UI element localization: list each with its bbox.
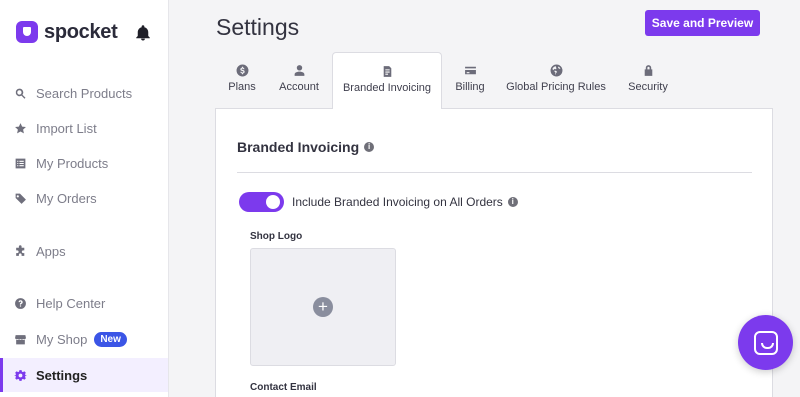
sidebar-item-label: Help Center [36, 295, 106, 311]
sidebar-item-settings[interactable]: Settings [0, 358, 168, 392]
sidebar: spocket Search Products Import List My P… [0, 0, 169, 397]
sidebar-item-label: My Products [36, 155, 109, 171]
sidebar-item-help-center[interactable]: Help Center [0, 286, 168, 320]
sidebar-item-my-orders[interactable]: My Orders [0, 181, 168, 215]
sidebar-item-apps[interactable]: Apps [0, 234, 168, 268]
tab-security[interactable]: Security [624, 52, 672, 108]
invoice-icon [381, 65, 394, 78]
plus-icon[interactable]: + [313, 297, 333, 317]
tab-branded-invoicing[interactable]: Branded Invoicing [332, 52, 442, 109]
sidebar-item-import-list[interactable]: Import List [0, 111, 168, 145]
shop-logo-upload[interactable]: + [250, 248, 396, 366]
tab-billing[interactable]: Billing [449, 52, 491, 108]
puzzle-icon [13, 244, 27, 258]
lock-icon [642, 64, 655, 77]
shop-logo-label: Shop Logo [250, 231, 303, 242]
branded-invoicing-panel: Branded Invoicing i Include Branded Invo… [215, 108, 773, 397]
brand-name: spocket [44, 20, 118, 43]
section-title: Branded Invoicing i [237, 139, 375, 155]
tab-label: Billing [455, 81, 485, 93]
star-icon [13, 121, 27, 135]
tab-label: Global Pricing Rules [506, 81, 606, 93]
brand-logo[interactable]: spocket [16, 20, 118, 44]
list-icon [13, 156, 27, 170]
chat-icon [753, 330, 778, 355]
question-icon [13, 296, 27, 310]
globe-icon [550, 64, 563, 77]
save-and-preview-button[interactable]: Save and Preview [645, 10, 760, 36]
tab-label: Plans [228, 81, 256, 93]
toggle-label-text: Include Branded Invoicing on All Orders [292, 195, 503, 209]
search-icon [13, 86, 27, 100]
sidebar-item-label: Search Products [36, 85, 133, 101]
sidebar-item-label: Import List [36, 120, 97, 136]
contact-email-label: Contact Email [250, 382, 317, 393]
sidebar-item-label: Apps [36, 243, 66, 259]
sidebar-item-label: My Orders [36, 190, 97, 206]
sidebar-item-search-products[interactable]: Search Products [0, 76, 168, 110]
shop-icon [13, 332, 27, 346]
new-badge: New [94, 331, 127, 347]
user-icon [293, 64, 306, 77]
page-title: Settings [216, 14, 300, 40]
gear-icon [13, 368, 27, 382]
tab-label: Account [279, 81, 319, 93]
card-icon [464, 64, 477, 77]
info-icon[interactable]: i [507, 197, 518, 207]
sidebar-item-label: Settings [36, 367, 88, 383]
tab-label: Branded Invoicing [342, 82, 432, 94]
branded-invoicing-toggle[interactable] [239, 192, 284, 212]
tab-plans[interactable]: Plans [220, 52, 264, 108]
tag-icon [13, 191, 27, 205]
sidebar-item-my-shop[interactable]: My Shop New [0, 322, 168, 356]
sidebar-item-label: My Shop [36, 331, 88, 347]
chat-launcher-button[interactable] [738, 315, 793, 370]
tab-account[interactable]: Account [272, 52, 326, 108]
bell-icon[interactable] [134, 24, 152, 42]
dollar-icon [236, 64, 249, 77]
spocket-logo-icon [16, 21, 38, 43]
tab-global-pricing-rules[interactable]: Global Pricing Rules [506, 52, 606, 108]
sidebar-item-my-products[interactable]: My Products [0, 146, 168, 180]
divider [237, 172, 752, 173]
section-title-text: Branded Invoicing [237, 139, 360, 155]
toggle-label: Include Branded Invoicing on All Orders … [292, 195, 518, 209]
tab-label: Security [628, 81, 668, 93]
info-icon[interactable]: i [364, 142, 375, 152]
